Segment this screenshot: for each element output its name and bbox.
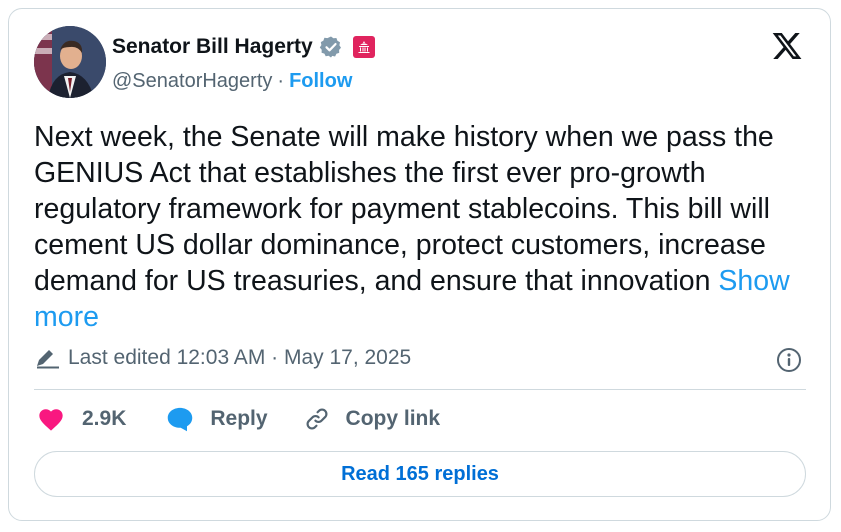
speech-bubble-icon	[168, 407, 193, 432]
avatar[interactable]	[34, 26, 106, 98]
author-row: Senator Bill Hagerty	[112, 35, 375, 59]
like-count: 2.9K	[82, 407, 127, 430]
like-button[interactable]: 2.9K	[37, 406, 126, 432]
edited-label: Last edited 12:03 AM · May 17, 2025	[68, 346, 412, 369]
tweet-card: Senator Bill Hagerty @SenatorHagerty · F…	[8, 8, 831, 521]
reply-label: Reply	[210, 407, 268, 430]
link-icon	[306, 408, 328, 430]
follow-button[interactable]: Follow	[289, 70, 352, 93]
author-name[interactable]: Senator Bill Hagerty	[112, 35, 313, 59]
tweet-text: Next week, the Senate will make history …	[34, 119, 814, 335]
action-bar: 2.9K Reply Copy link	[37, 406, 440, 432]
x-logo-icon[interactable]	[771, 30, 803, 62]
verified-badge-icon	[319, 35, 343, 59]
edited-row[interactable]: Last edited 12:03 AM · May 17, 2025	[34, 346, 411, 370]
read-replies-button[interactable]: Read 165 replies	[34, 451, 806, 497]
tweet-body: Next week, the Senate will make history …	[34, 121, 774, 297]
pencil-icon	[37, 350, 59, 369]
heart-icon	[39, 409, 63, 431]
copy-link-label: Copy link	[345, 407, 441, 430]
copy-link-button[interactable]: Copy link	[303, 406, 441, 432]
info-icon[interactable]	[776, 347, 802, 373]
handle-separator: ·	[277, 70, 285, 92]
divider	[34, 389, 806, 390]
author-handle[interactable]: @SenatorHagerty	[112, 70, 272, 93]
avatar-image	[34, 26, 106, 98]
reply-button[interactable]: Reply	[166, 406, 268, 432]
handle-row: @SenatorHagerty · Follow	[112, 70, 352, 93]
senate-affiliation-icon	[352, 36, 375, 58]
